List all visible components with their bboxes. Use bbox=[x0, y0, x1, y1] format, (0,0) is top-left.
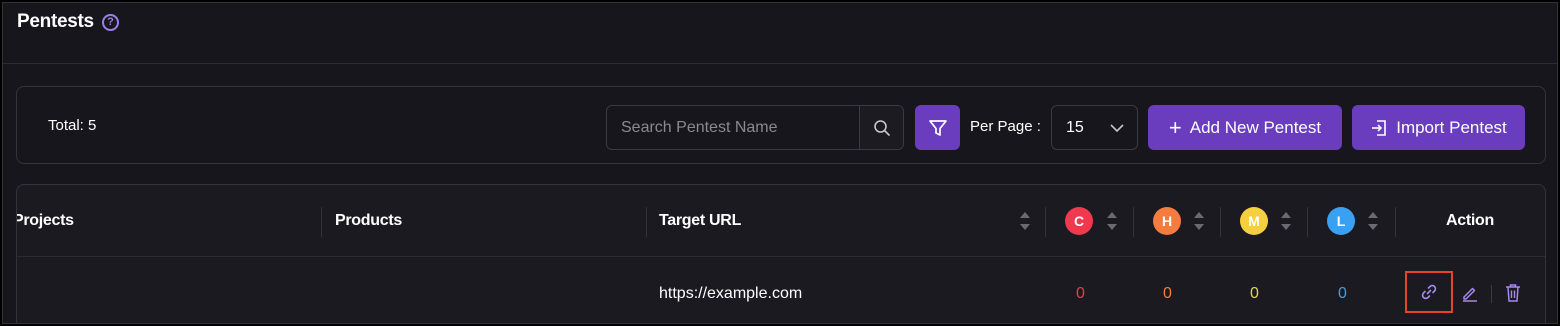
import-pentest-button[interactable]: Import Pentest bbox=[1352, 105, 1525, 150]
per-page-label: Per Page : bbox=[970, 118, 1041, 135]
toolbar-card: Total: 5 Per Page : 15 + Add New bbox=[16, 86, 1546, 164]
search-box bbox=[606, 105, 904, 150]
page-header: Pentests ? bbox=[17, 11, 119, 33]
page-title: Pentests bbox=[17, 11, 94, 32]
column-separator bbox=[1133, 207, 1134, 237]
high-badge: H bbox=[1153, 207, 1181, 235]
plus-icon: + bbox=[1168, 114, 1182, 140]
sort-high-icon[interactable] bbox=[1194, 212, 1204, 230]
column-header-projects[interactable]: Projects bbox=[17, 185, 74, 257]
add-new-pentest-button[interactable]: + Add New Pentest bbox=[1148, 105, 1342, 150]
column-header-products[interactable]: Products bbox=[335, 185, 402, 257]
import-icon bbox=[1372, 119, 1387, 136]
column-header-target-url[interactable]: Target URL bbox=[659, 185, 741, 257]
search-button[interactable] bbox=[859, 106, 903, 149]
column-separator bbox=[1307, 207, 1308, 237]
filter-button[interactable] bbox=[915, 105, 960, 150]
low-count: 0 bbox=[1338, 285, 1347, 302]
trash-icon bbox=[1506, 284, 1520, 302]
chevron-down-icon bbox=[1110, 123, 1124, 132]
table-header: Projects Products Target URL C H M L Act… bbox=[17, 185, 1545, 257]
help-icon[interactable]: ? bbox=[101, 13, 119, 31]
delete-button[interactable] bbox=[1502, 282, 1524, 304]
import-pentest-label: Import Pentest bbox=[1396, 117, 1507, 137]
target-url-cell: https://example.com bbox=[659, 285, 803, 302]
column-separator bbox=[1395, 207, 1396, 237]
link-icon bbox=[1421, 284, 1437, 300]
search-input[interactable] bbox=[607, 106, 859, 149]
sort-critical-icon[interactable] bbox=[1107, 212, 1117, 230]
per-page-value: 15 bbox=[1066, 118, 1084, 136]
column-separator bbox=[646, 207, 647, 237]
pentest-table: Projects Products Target URL C H M L Act… bbox=[16, 184, 1546, 323]
column-separator bbox=[1220, 207, 1221, 237]
low-badge: L bbox=[1327, 207, 1355, 235]
medium-badge: M bbox=[1240, 207, 1268, 235]
critical-badge: C bbox=[1065, 207, 1093, 235]
search-icon bbox=[873, 119, 890, 136]
action-divider bbox=[1491, 285, 1492, 303]
medium-count: 0 bbox=[1250, 285, 1259, 302]
sort-medium-icon[interactable] bbox=[1281, 212, 1291, 230]
total-count: Total: 5 bbox=[48, 117, 97, 134]
sort-target-url-icon[interactable] bbox=[1020, 212, 1030, 230]
pencil-icon bbox=[1463, 287, 1477, 302]
edit-button[interactable] bbox=[1459, 282, 1481, 304]
sort-low-icon[interactable] bbox=[1368, 212, 1378, 230]
per-page-select[interactable]: 15 bbox=[1051, 105, 1138, 150]
critical-count: 0 bbox=[1076, 285, 1085, 302]
high-count: 0 bbox=[1163, 285, 1172, 302]
column-separator bbox=[1045, 207, 1046, 237]
filter-icon bbox=[928, 119, 947, 136]
column-header-action: Action bbox=[1446, 212, 1494, 229]
add-new-pentest-label: Add New Pentest bbox=[1189, 117, 1322, 137]
app-window: Pentests ? Total: 5 Per Page : 15 bbox=[2, 2, 1558, 324]
copy-link-button[interactable] bbox=[1405, 271, 1453, 313]
column-separator bbox=[321, 207, 322, 237]
divider bbox=[3, 63, 1557, 64]
